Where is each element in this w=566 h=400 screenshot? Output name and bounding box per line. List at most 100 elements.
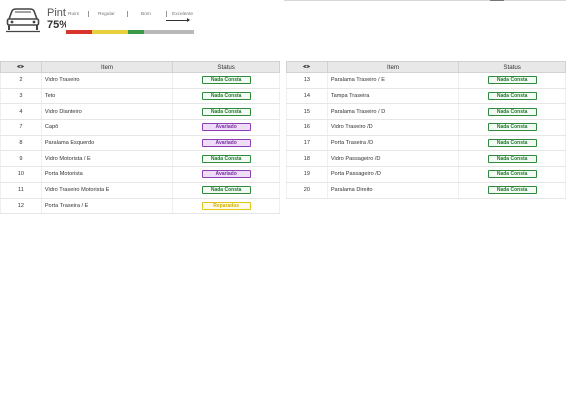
item-name: Paralama Direito xyxy=(326,182,460,199)
items-table-right: Item Status 13 Paralama Traseiro / E Nada … xyxy=(286,61,566,199)
table-row[interactable]: 17 Porta Traseira /D Nada Consta xyxy=(286,135,566,152)
status-badge[interactable]: Nada Consta xyxy=(487,76,537,85)
status-badge[interactable]: Avariado xyxy=(201,170,251,179)
row-number: 3 xyxy=(0,88,42,105)
scale-label-ruim: Ruim xyxy=(68,12,80,17)
status-badge[interactable]: Avariado xyxy=(201,139,251,148)
status-badge[interactable]: Nada Consta xyxy=(487,154,537,163)
row-number: 12 xyxy=(0,198,42,215)
status-cell: Nada Consta xyxy=(458,119,566,136)
table-row[interactable]: 8 Paralama Esquerdo Avariado xyxy=(0,135,280,152)
table-header-row: Item Status xyxy=(286,61,566,73)
status-badge[interactable]: Nada Consta xyxy=(487,123,537,132)
status-badge[interactable]: Nada Consta xyxy=(487,139,537,148)
table-row[interactable]: 18 Vidro Passageiro /D Nada Consta xyxy=(286,150,566,168)
table-row[interactable]: 9 Vidro Motorista / E Nada Consta xyxy=(0,150,280,168)
table-row[interactable]: 14 Tampa Traseira Nada Consta xyxy=(286,88,566,105)
status-cell: Avariado xyxy=(172,119,280,136)
items-table-left: Item Status 2 Vidro Traseiro Nada Consta 3 T… xyxy=(0,61,280,215)
item-name: Vidro Dianteiro xyxy=(40,103,174,121)
table-row[interactable]: 16 Vidro Traseiro /D Nada Consta xyxy=(286,119,566,136)
status-badge[interactable]: Nada Consta xyxy=(201,186,251,195)
condition-bar xyxy=(66,30,194,34)
item-name: Teto xyxy=(40,88,174,105)
condition-scale: Ruim Regular Bom Excelente xyxy=(66,9,194,35)
status-badge[interactable]: Nada Consta xyxy=(487,186,537,195)
table-row[interactable]: 10 Porta Motorista Avariado xyxy=(0,166,280,183)
item-name: Vidro Traseiro /D xyxy=(326,119,460,136)
item-name: Porta Traseira /D xyxy=(326,135,460,152)
eye-column-header[interactable] xyxy=(286,61,328,73)
status-cell: Nada Consta xyxy=(172,72,280,89)
table-row[interactable]: 3 Teto Nada Consta xyxy=(0,88,280,105)
scale-label-bom: Bom xyxy=(141,12,151,17)
item-name: Vidro Passageiro /D xyxy=(326,150,460,168)
scale-tick xyxy=(166,11,167,17)
table-row[interactable]: 13 Paralama Traseiro / E Nada Consta xyxy=(286,72,566,89)
table-row[interactable]: 19 Porta Passageiro /D Nada Consta xyxy=(286,166,566,183)
car-front-icon xyxy=(6,8,40,33)
eye-column-header[interactable] xyxy=(0,61,42,73)
table-row[interactable]: 20 Paralama Direito Nada Consta xyxy=(286,182,566,199)
status-badge[interactable]: Avariado xyxy=(201,123,251,132)
status-badge[interactable]: Nada Consta xyxy=(201,92,251,101)
row-number: 14 xyxy=(286,88,328,105)
row-number: 4 xyxy=(0,103,42,121)
bar-segment-bom xyxy=(128,30,144,34)
row-number: 16 xyxy=(286,119,328,136)
status-cell: Reparados xyxy=(172,198,280,215)
table-row[interactable]: 15 Paralama Traseiro / D Nada Consta xyxy=(286,103,566,121)
row-number: 2 xyxy=(0,72,42,89)
status-cell: Avariado xyxy=(172,135,280,152)
item-name: Vidro Motorista / E xyxy=(40,150,174,168)
status-badge[interactable]: Nada Consta xyxy=(201,76,251,85)
item-column-header[interactable]: Item xyxy=(326,61,460,73)
item-name: Vidro Traseiro xyxy=(40,72,174,89)
item-name: Vidro Traseiro Motorista E xyxy=(40,182,174,199)
table-header-row: Item Status xyxy=(0,61,280,73)
status-cell: Nada Consta xyxy=(458,166,566,183)
item-name: Tampa Traseira xyxy=(326,88,460,105)
item-name: Paralama Esquerdo xyxy=(40,135,174,152)
item-name: Porta Motorista xyxy=(40,166,174,183)
status-cell: Nada Consta xyxy=(458,103,566,121)
header: Pintu 75% Ruim Regular Bom Excelente xyxy=(6,4,206,38)
status-cell: Nada Consta xyxy=(458,150,566,168)
status-column-header[interactable]: Status xyxy=(172,61,280,73)
table-row[interactable]: 11 Vidro Traseiro Motorista E Nada Consta xyxy=(0,182,280,199)
status-badge[interactable]: Nada Consta xyxy=(487,107,537,116)
status-cell: Nada Consta xyxy=(172,103,280,121)
status-badge[interactable]: Nada Consta xyxy=(201,107,251,116)
scale-pointer-arrow xyxy=(166,18,190,22)
status-column-header[interactable]: Status xyxy=(458,61,566,73)
row-number: 19 xyxy=(286,166,328,183)
status-cell: Nada Consta xyxy=(458,88,566,105)
row-number: 15 xyxy=(286,103,328,121)
row-number: 7 xyxy=(0,119,42,136)
status-badge[interactable]: Nada Consta xyxy=(487,92,537,101)
status-cell: Avariado xyxy=(172,166,280,183)
table-row[interactable]: 7 Capô Avariado xyxy=(0,119,280,136)
status-cell: Nada Consta xyxy=(172,88,280,105)
eye-icon xyxy=(17,65,25,69)
row-number: 11 xyxy=(0,182,42,199)
scale-label-regular: Regular xyxy=(98,12,115,17)
table-row[interactable]: 4 Vidro Dianteiro Nada Consta xyxy=(0,103,280,121)
status-badge[interactable]: Nada Consta xyxy=(201,154,251,163)
row-number: 9 xyxy=(0,150,42,168)
table-row[interactable]: 2 Vidro Traseiro Nada Consta xyxy=(0,72,280,89)
item-name: Capô xyxy=(40,119,174,136)
item-name: Paralama Traseiro / D xyxy=(326,103,460,121)
status-cell: Nada Consta xyxy=(458,182,566,199)
table-row[interactable]: 12 Porta Traseira / E Reparados xyxy=(0,198,280,215)
item-column-header[interactable]: Item xyxy=(40,61,174,73)
row-number: 20 xyxy=(286,182,328,199)
row-number: 8 xyxy=(0,135,42,152)
scale-tick xyxy=(127,11,128,17)
status-badge[interactable]: Reparados xyxy=(201,201,251,210)
top-divider xyxy=(284,0,566,1)
status-cell: Nada Consta xyxy=(458,135,566,152)
status-badge[interactable]: Nada Consta xyxy=(487,170,537,179)
row-number: 18 xyxy=(286,150,328,168)
status-cell: Nada Consta xyxy=(172,182,280,199)
